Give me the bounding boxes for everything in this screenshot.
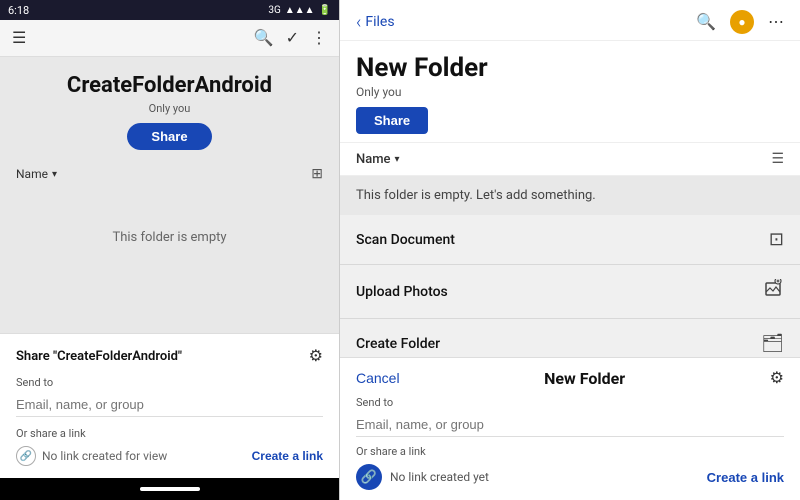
right-gear-icon[interactable]: ⚙ [770,368,784,388]
left-name-sort[interactable]: Name ▾ [16,167,57,181]
sim-icon: 3G [268,5,280,16]
create-folder-label: Create Folder [356,336,440,352]
create-folder-icon: 🗂 [761,333,784,354]
right-share-panel-title: New Folder [544,369,625,388]
action-list: Scan Document ⊡ Upload Photos Create Fol… [340,215,800,357]
back-chevron: ‹ [356,12,361,33]
left-panel: 6:18 3G ▲▲▲ 🔋 ☰ 🔍 ✓ ⋮ CreateFolderAndroi… [0,0,340,500]
right-send-to-label: Send to [356,396,784,409]
right-create-link-button[interactable]: Create a link [707,470,784,485]
left-bottom-bar [0,478,339,500]
back-files-button[interactable]: ‹ Files [356,12,395,33]
left-folder-content: CreateFolderAndroid Only you Share Name … [0,57,339,333]
scan-document-label: Scan Document [356,232,455,248]
left-email-input[interactable] [16,393,323,417]
right-search-icon[interactable]: 🔍 [696,12,716,32]
right-share-panel: Cancel New Folder ⚙ Send to Or share a l… [340,357,800,500]
upload-photos-icon [764,279,784,304]
left-share-panel-title: Share "CreateFolderAndroid" [16,349,182,364]
left-share-button[interactable]: Share [127,123,211,150]
left-name-sort-row: Name ▾ ⊞ [16,162,323,190]
left-or-share-label: Or share a link [16,427,323,440]
right-no-link: 🔗 No link created yet [356,464,489,490]
left-share-panel: Share "CreateFolderAndroid" ⚙ Send to Or… [0,333,339,478]
toolbar-right-icons: 🔍 ✓ ⋮ [254,28,327,48]
left-grid-icon[interactable]: ⊞ [311,166,323,182]
left-folder-title: CreateFolderAndroid [67,73,272,98]
left-link-icon: 🔗 [16,446,36,466]
search-icon[interactable]: 🔍 [254,28,274,48]
right-email-input[interactable] [356,413,784,437]
right-only-you: Only you [356,85,784,99]
upload-photos-item[interactable]: Upload Photos [340,265,800,319]
menu-icon[interactable]: ☰ [12,28,26,48]
battery-icon: 🔋 [319,5,331,16]
right-share-button[interactable]: Share [356,107,428,134]
status-time: 6:18 [8,4,29,17]
right-panel: ‹ Files 🔍 ● ⋯ New Folder Only you Share … [340,0,800,500]
left-empty-text: This folder is empty [112,230,226,245]
right-share-panel-header: Cancel New Folder ⚙ [356,368,784,388]
right-folder-title: New Folder [356,53,784,83]
left-send-to-label: Send to [16,376,323,389]
phone-toolbar: ☰ 🔍 ✓ ⋮ [0,20,339,57]
more-icon[interactable]: ⋮ [311,28,327,48]
scan-document-icon: ⊡ [769,229,784,250]
home-indicator [140,487,200,491]
left-sort-chevron: ▾ [52,169,57,180]
check-icon[interactable]: ✓ [286,28,299,48]
right-name-row: Name ▾ ☰ [340,142,800,176]
create-folder-item[interactable]: Create Folder 🗂 [340,319,800,357]
left-only-you: Only you [149,102,191,115]
left-no-link-text: No link created for view [42,449,167,463]
right-or-share-label: Or share a link [356,445,784,458]
cancel-button[interactable]: Cancel [356,370,400,386]
right-header: ‹ Files 🔍 ● ⋯ [340,0,800,41]
right-empty-text: This folder is empty. Let's add somethin… [340,176,800,215]
right-list-icon[interactable]: ☰ [771,151,784,167]
left-share-panel-header: Share "CreateFolderAndroid" ⚙ [16,346,323,366]
right-more-icon[interactable]: ⋯ [768,12,784,32]
signal-icon: ▲▲▲ [285,5,315,16]
left-create-link-button[interactable]: Create a link [252,449,323,463]
status-bar: 6:18 3G ▲▲▲ 🔋 [0,0,339,20]
right-sort-chevron: ▾ [395,154,400,165]
right-notif-icon[interactable]: ● [730,10,754,34]
status-icons: 3G ▲▲▲ 🔋 [268,5,331,16]
right-header-icons: 🔍 ● ⋯ [696,10,784,34]
right-link-row: 🔗 No link created yet Create a link [356,464,784,490]
left-no-link: 🔗 No link created for view [16,446,167,466]
right-content-area: This folder is empty. Let's add somethin… [340,176,800,357]
back-files-label: Files [365,14,394,30]
right-no-link-text: No link created yet [390,470,489,484]
left-gear-icon[interactable]: ⚙ [309,346,323,366]
right-name-label: Name [356,152,391,167]
right-folder-section: New Folder Only you Share [340,41,800,142]
right-link-icon: 🔗 [356,464,382,490]
scan-document-item[interactable]: Scan Document ⊡ [340,215,800,265]
left-link-row: 🔗 No link created for view Create a link [16,446,323,466]
upload-photos-label: Upload Photos [356,284,448,300]
right-name-sort[interactable]: Name ▾ [356,152,400,167]
left-name-label: Name [16,167,48,181]
